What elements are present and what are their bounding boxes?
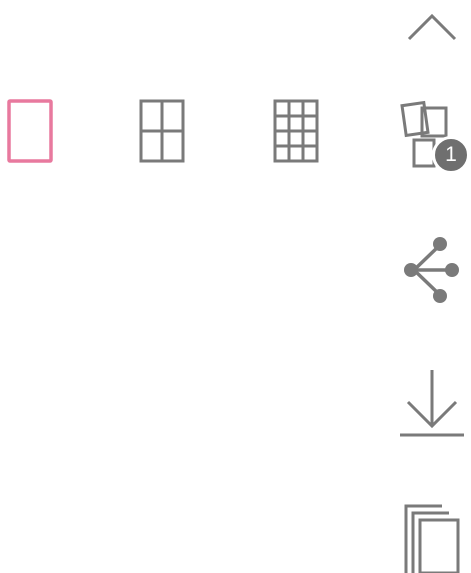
- layout-option-grid-3x4[interactable]: [272, 98, 320, 166]
- share-button[interactable]: [402, 236, 460, 304]
- download-button[interactable]: [398, 368, 466, 440]
- pages-stack-icon: [404, 504, 460, 573]
- layout-option-grid-2x2[interactable]: [138, 98, 186, 166]
- pages-button[interactable]: [402, 503, 464, 573]
- collapse-button[interactable]: [406, 12, 458, 42]
- selection-count-badge: 1: [432, 136, 470, 174]
- layout-grid-2x2-icon: [139, 99, 185, 163]
- download-icon: [400, 370, 464, 437]
- share-icon: [404, 237, 459, 303]
- layout-option-single[interactable]: [6, 98, 54, 166]
- layout-single-icon: [7, 99, 53, 163]
- layout-grid-3x4-icon: [273, 99, 319, 163]
- chevron-up-icon: [407, 13, 457, 41]
